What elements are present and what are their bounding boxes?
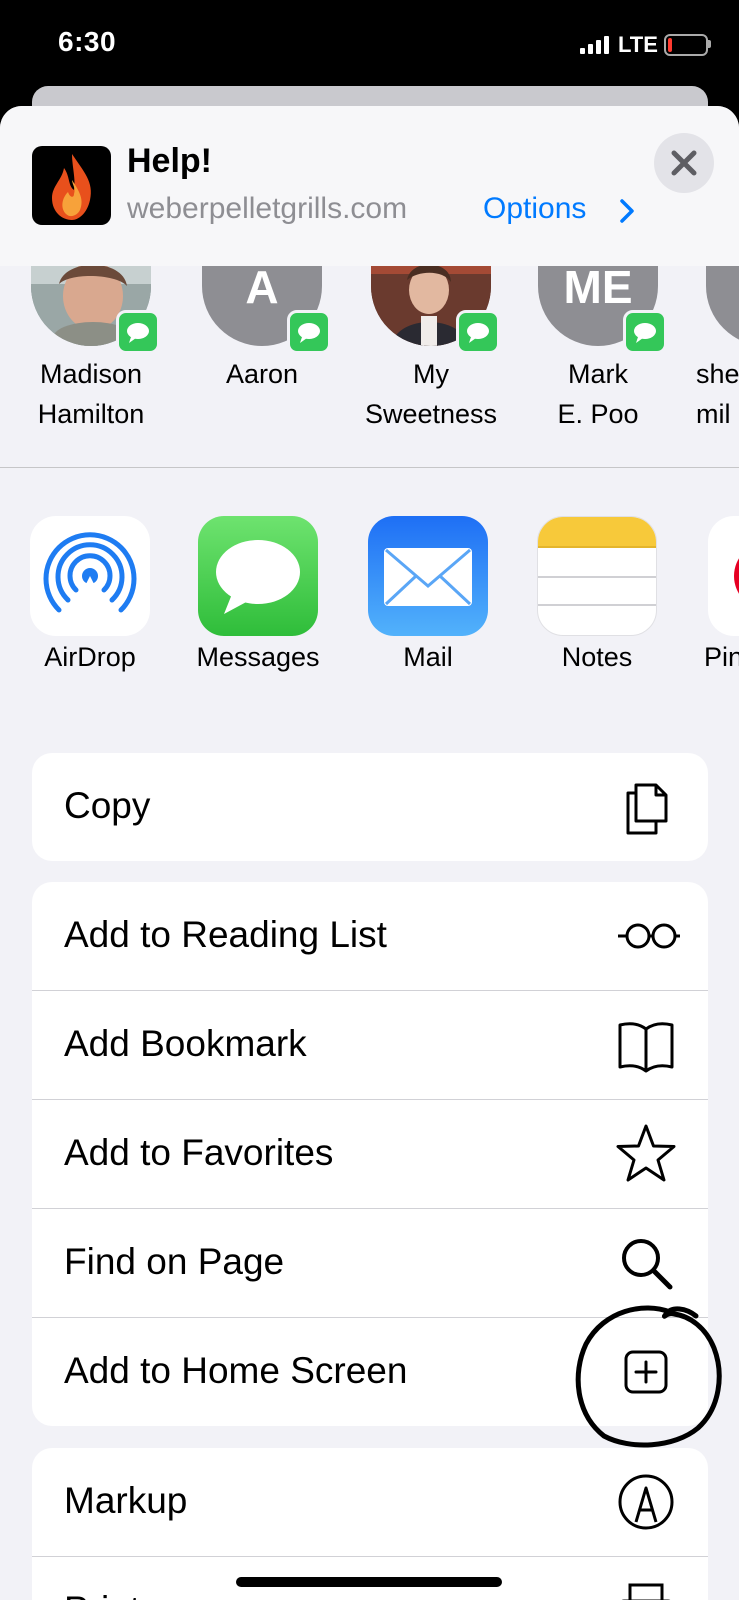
share-apps-row: AirDrop Messages Mail Notes Pin — [0, 516, 739, 696]
app-label: Notes — [561, 642, 633, 672]
chevron-right-icon[interactable] — [612, 196, 642, 226]
person-name: Madison Hamilton — [37, 359, 145, 429]
app-label: Messages — [196, 642, 320, 672]
options-button[interactable]: Options — [483, 192, 586, 226]
share-title: Help! — [127, 142, 212, 180]
airdrop-icon — [30, 516, 150, 636]
action-label: Copy — [64, 785, 151, 826]
messages-badge-icon — [287, 310, 331, 354]
search-icon — [622, 1239, 673, 1290]
battery-icon — [664, 34, 708, 56]
close-icon — [671, 150, 697, 176]
action-label: Add Bookmark — [64, 1023, 307, 1064]
network-type: LTE — [618, 32, 658, 57]
action-label: Print — [64, 1589, 140, 1600]
person-name: My Sweetness — [364, 359, 498, 429]
action-label: Markup — [64, 1480, 188, 1521]
copy-icon — [626, 783, 668, 835]
person-name: she mil — [696, 359, 739, 429]
pinterest-icon — [708, 516, 739, 636]
action-add-to-reading-list[interactable]: Add to Reading List — [32, 882, 708, 991]
app-label: AirDrop — [44, 642, 136, 672]
printer-icon — [621, 1583, 671, 1600]
hand-drawn-circle-annotation — [575, 1305, 722, 1448]
messages-badge-icon — [456, 310, 500, 354]
flame-icon — [52, 154, 91, 220]
action-label: Find on Page — [64, 1241, 285, 1282]
signal-icon — [580, 36, 609, 54]
actions-group-copy: Copy — [32, 753, 708, 861]
person-name: Aaron — [225, 359, 299, 389]
action-add-to-favorites[interactable]: Add to Favorites — [32, 1100, 708, 1209]
avatar — [706, 254, 739, 346]
action-add-bookmark[interactable]: Add Bookmark — [32, 991, 708, 1100]
share-url: weberpelletgrills.com — [127, 192, 408, 225]
action-find-on-page[interactable]: Find on Page — [32, 1209, 708, 1318]
divider — [0, 467, 739, 468]
action-label: Add to Home Screen — [64, 1350, 408, 1391]
app-label: Mail — [403, 642, 453, 672]
messages-badge-icon — [623, 310, 667, 354]
action-markup[interactable]: Markup — [32, 1448, 708, 1557]
markup-icon — [618, 1474, 674, 1530]
status-time: 6:30 — [58, 26, 117, 57]
status-bar: 6:30 LTE — [0, 0, 739, 88]
app-label: Pin — [704, 642, 739, 672]
share-header: Help! weberpelletgrills.com Options — [0, 106, 739, 266]
people-suggestions: Madison Hamilton A Aaron My Sweetness ME… — [0, 254, 739, 466]
book-icon — [618, 1022, 674, 1073]
notes-icon — [537, 516, 657, 636]
action-label: Add to Favorites — [64, 1132, 334, 1173]
action-copy[interactable]: Copy — [32, 753, 708, 861]
star-icon — [616, 1124, 676, 1182]
person-name: Mark E. Poo — [557, 359, 639, 429]
home-indicator[interactable] — [236, 1577, 502, 1587]
messages-badge-icon — [116, 310, 160, 354]
messages-icon — [198, 516, 318, 636]
mail-icon — [368, 516, 488, 636]
action-label: Add to Reading List — [64, 914, 387, 955]
close-button[interactable] — [654, 133, 714, 193]
site-icon — [32, 146, 111, 225]
glasses-icon — [618, 923, 680, 949]
